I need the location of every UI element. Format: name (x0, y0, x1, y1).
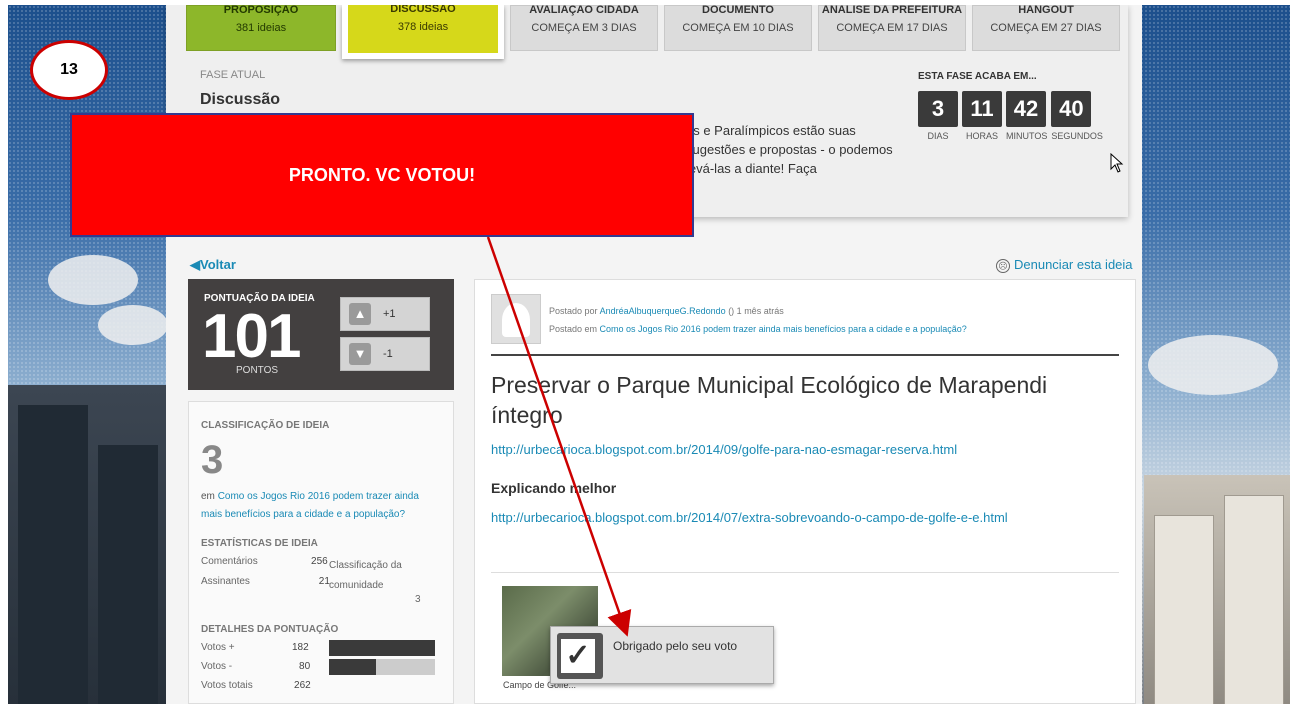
step-number-badge: 13 (30, 40, 108, 100)
score-value: 101 (202, 302, 301, 371)
score-details-label: DETALHES DA PONTUAÇÃO (201, 624, 339, 635)
score-unit: PONTOS (236, 365, 279, 376)
annotation-callout: PRONTO. VC VOTOU! (70, 113, 694, 237)
vote-down-button[interactable]: ▼ -1 (340, 337, 430, 371)
tab-documento[interactable]: DOCUMENTO COMEÇA EM 10 DIAS (664, 5, 812, 51)
thumbs-up-icon: ▲ (349, 303, 371, 325)
current-phase-label: FASE ATUAL (200, 69, 266, 81)
tab-avaliacao-cidada[interactable]: AVALIAÇÃO CIDADÃ COMEÇA EM 3 DIAS (510, 5, 658, 51)
divider (491, 572, 1119, 573)
countdown-label: ESTA FASE ACABA EM... (918, 71, 1037, 82)
report-idea-link[interactable]: ☹ Denunciar esta ideia (996, 257, 1133, 273)
idea-title: Preservar o Parque Municipal Ecológico d… (491, 372, 1048, 428)
tab-analise-prefeitura[interactable]: ANÁLISE DA PREFEITURA COMEÇA EM 17 DIAS (818, 5, 966, 51)
stat-community-value: 3 (415, 594, 421, 605)
posted-by: Postado por AndréaAlbuquerqueG.Redondo (… (549, 306, 784, 316)
classification-context: em Como os Jogos Rio 2016 podem trazer a… (201, 491, 419, 520)
votes-plus-bar (329, 640, 435, 656)
page-content: PROPOSIÇÃO 381 ideias DISCUSSÃO 378 idei… (166, 5, 1142, 704)
posted-in-link[interactable]: Como os Jogos Rio 2016 podem trazer aind… (600, 324, 967, 334)
classification-label: CLASSIFICAÇÃO DE IDEIA (201, 420, 330, 431)
checkmark-icon: ✓ (557, 633, 603, 679)
background-cloud (98, 305, 168, 345)
sad-face-icon: ☹ (996, 259, 1010, 273)
idea-score-box: PONTUAÇÃO DA IDEIA 101 PONTOS ▲ +1 ▼ -1 (188, 279, 454, 390)
author-avatar[interactable] (491, 294, 541, 344)
tab-proposicao[interactable]: PROPOSIÇÃO 381 ideias (186, 5, 336, 51)
votes-minus-fill (329, 659, 376, 675)
votes-minus-bar (329, 659, 435, 675)
countdown-minutes: 42 MINUTOS (1006, 91, 1047, 141)
votes-minus-row: Votos -80 (201, 661, 311, 672)
tab-hangout[interactable]: HANGOUT COMEÇA EM 27 DIAS (972, 5, 1120, 51)
countdown-seconds: 40 SEGUNDOS (1051, 91, 1103, 141)
background-cloud (48, 255, 138, 305)
countdown-days: 3 DIAS (918, 91, 958, 141)
screenshot-frame: PROPOSIÇÃO 381 ideias DISCUSSÃO 378 idei… (8, 5, 1290, 704)
countdown-hours: 11 HORAS (962, 91, 1002, 141)
votes-total-row: Votos totais 262 (201, 680, 311, 691)
background-city-left (8, 385, 168, 704)
tab-discussao[interactable]: DISCUSSÃO 378 ideias (342, 5, 504, 59)
background-cloud (1148, 335, 1278, 395)
back-link[interactable]: ◀Voltar (190, 257, 236, 273)
votes-plus-row: Votos +182 (201, 642, 309, 653)
mouse-cursor-icon (1110, 153, 1124, 173)
phase-description: os e Paralímpicos estão suas sugestões e… (686, 123, 893, 176)
idea-subheading: Explicando melhor (491, 480, 617, 496)
stat-comments: Comentários 256 (201, 556, 328, 567)
idea-link-2[interactable]: http://urbecarioca.blogspot.com.br/2014/… (491, 510, 1008, 525)
current-phase-name: Discussão (200, 91, 281, 108)
idea-link-1[interactable]: http://urbecarioca.blogspot.com.br/2014/… (491, 442, 957, 457)
thumbs-down-icon: ▼ (349, 343, 371, 365)
phase-tabs: PROPOSIÇÃO 381 ideias DISCUSSÃO 378 idei… (186, 5, 1120, 59)
divider (491, 354, 1119, 356)
posted-in: Postado em Como os Jogos Rio 2016 podem … (549, 324, 967, 334)
vote-confirmation-toast: ✓ Obrigado pelo seu voto (550, 626, 774, 684)
author-link[interactable]: AndréaAlbuquerqueG.Redondo (600, 306, 726, 316)
background-city-right (1144, 475, 1290, 704)
vote-up-button[interactable]: ▲ +1 (340, 297, 430, 331)
countdown: 3 DIAS 11 HORAS 42 MINUTOS 40 SEGUNDOS (918, 91, 1103, 141)
stat-community-label: Classificação da comunidade (329, 560, 402, 591)
idea-classification-box: CLASSIFICAÇÃO DE IDEIA 3 em Como os Jogo… (188, 401, 454, 704)
classification-rank: 3 (201, 438, 224, 482)
toast-message: Obrigado pelo seu voto (613, 639, 738, 653)
challenge-link[interactable]: Como os Jogos Rio 2016 podem trazer aind… (201, 491, 419, 520)
stat-signers: Assinantes 21 (201, 576, 330, 587)
stats-label: ESTATÍSTICAS DE IDEIA (201, 538, 318, 549)
votes-plus-fill (329, 640, 435, 656)
